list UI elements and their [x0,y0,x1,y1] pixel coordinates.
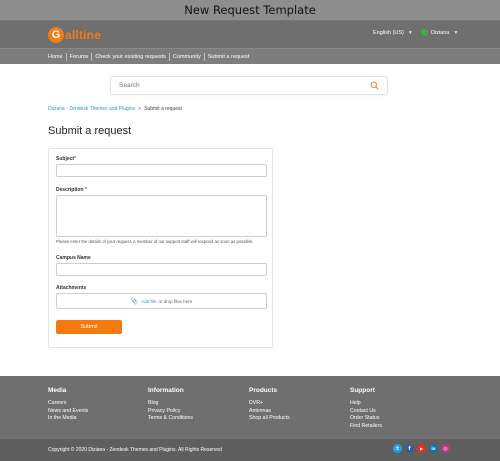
top-header: G alltine English (US) ▼ Diziana ▼ [0,21,500,48]
request-form: Subject* Description * Please enter the … [48,148,273,348]
description-label-text: Description [56,187,84,193]
description-helper-text: Please enter the details of your request… [56,239,254,244]
footer-heading: Products [249,387,278,394]
language-selector[interactable]: English (US) ▼ [373,30,413,36]
instagram-icon[interactable]: ◎ [441,444,450,453]
breadcrumb-current: Submit a request [144,106,182,112]
footer-heading: Support [350,387,375,394]
submit-button[interactable]: Submit [56,320,122,334]
footer-link[interactable]: Order Status [350,415,382,423]
social-links: t f ▶ in ◎ [393,444,450,453]
chevron-down-icon: ▼ [407,30,413,36]
nav-submit-request[interactable]: Submit a request [205,53,253,61]
breadcrumb: Diziana - Zendesk Themes and Plugins > S… [48,106,182,112]
footer-column-support: Support Help Contact Us Order Status Fin… [350,387,382,430]
footer-link[interactable]: DVR+ [249,400,290,408]
subject-label: Subject* [56,156,76,162]
breadcrumb-separator: > [138,106,142,112]
nav-forums[interactable]: Forums [67,52,93,61]
brand-logo[interactable]: G alltine [48,26,102,43]
drop-files-text: or drop files here [158,298,193,304]
attachments-dropzone[interactable]: 📎 Add file or drop files here [56,293,267,309]
footer-link[interactable]: Terms & Conditions [148,415,193,423]
copyright-text: Copyright © 2020 Diziana - Zendesk Theme… [48,447,222,453]
logo-mark: G [48,26,64,43]
description-label: Description * [56,187,87,193]
subject-input[interactable] [57,171,266,183]
twitter-icon[interactable]: t [393,444,402,453]
footer-link[interactable]: Blog [148,400,193,408]
main-nav: Home Forums Check your existing requests… [0,48,500,64]
nav-home[interactable]: Home [48,52,67,61]
required-marker: * [74,156,77,162]
linkedin-icon[interactable]: in [429,444,438,453]
search-input[interactable] [119,82,370,89]
search-icon[interactable] [370,81,379,90]
description-field[interactable] [56,195,267,237]
footer-link[interactable]: Contact Us [350,408,382,416]
footer-heading: Media [48,387,67,394]
attachments-label: Attachments [56,285,87,291]
footer-link[interactable]: Antennas [249,408,290,416]
youtube-icon[interactable]: ▶ [417,444,426,453]
window-title: New Request Template [184,3,316,17]
user-name: Diziana [431,29,450,36]
campus-input[interactable] [57,270,266,282]
footer-link[interactable]: In the Media [48,415,88,423]
nav-check-requests[interactable]: Check your existing requests [92,52,170,61]
footer-link[interactable]: Privacy Policy [148,408,193,416]
subject-field[interactable] [56,164,267,183]
footer-link[interactable]: Help [350,400,382,408]
paperclip-icon: 📎 [130,298,139,305]
footer-heading: Information [148,387,184,394]
footer-column-media: Media Careers News and Events In the Med… [48,387,88,423]
logo-text: alltine [65,27,102,42]
campus-label: Campus Name [56,255,91,261]
chevron-down-icon: ▼ [453,29,459,36]
facebook-icon[interactable]: f [405,444,414,453]
page-title: Submit a request [48,125,132,137]
required-marker: * [84,187,87,193]
subject-label-text: Subject [56,156,75,162]
footer-column-products: Products DVR+ Antennas Shop all Products [249,387,290,423]
footer-link[interactable]: News and Events [48,408,88,416]
campus-field[interactable] [56,263,267,282]
footer: Media Careers News and Events In the Med… [0,376,500,439]
avatar [421,29,428,36]
description-textarea[interactable] [57,196,266,236]
footer-link[interactable]: Careers [48,400,88,408]
footer-link[interactable]: Shop all Products [249,415,290,423]
window-title-bar: New Request Template [0,0,500,21]
search-box [110,76,388,95]
footer-link[interactable]: Find Retailers [350,423,382,431]
nav-community[interactable]: Community [170,52,205,61]
user-menu[interactable]: Diziana ▼ [421,29,458,36]
breadcrumb-parent-link[interactable]: Diziana - Zendesk Themes and Plugins [48,106,135,112]
add-file-link[interactable]: Add file [141,299,156,304]
language-label: English (US) [373,30,404,36]
footer-column-information: Information Blog Privacy Policy Terms & … [148,387,193,423]
